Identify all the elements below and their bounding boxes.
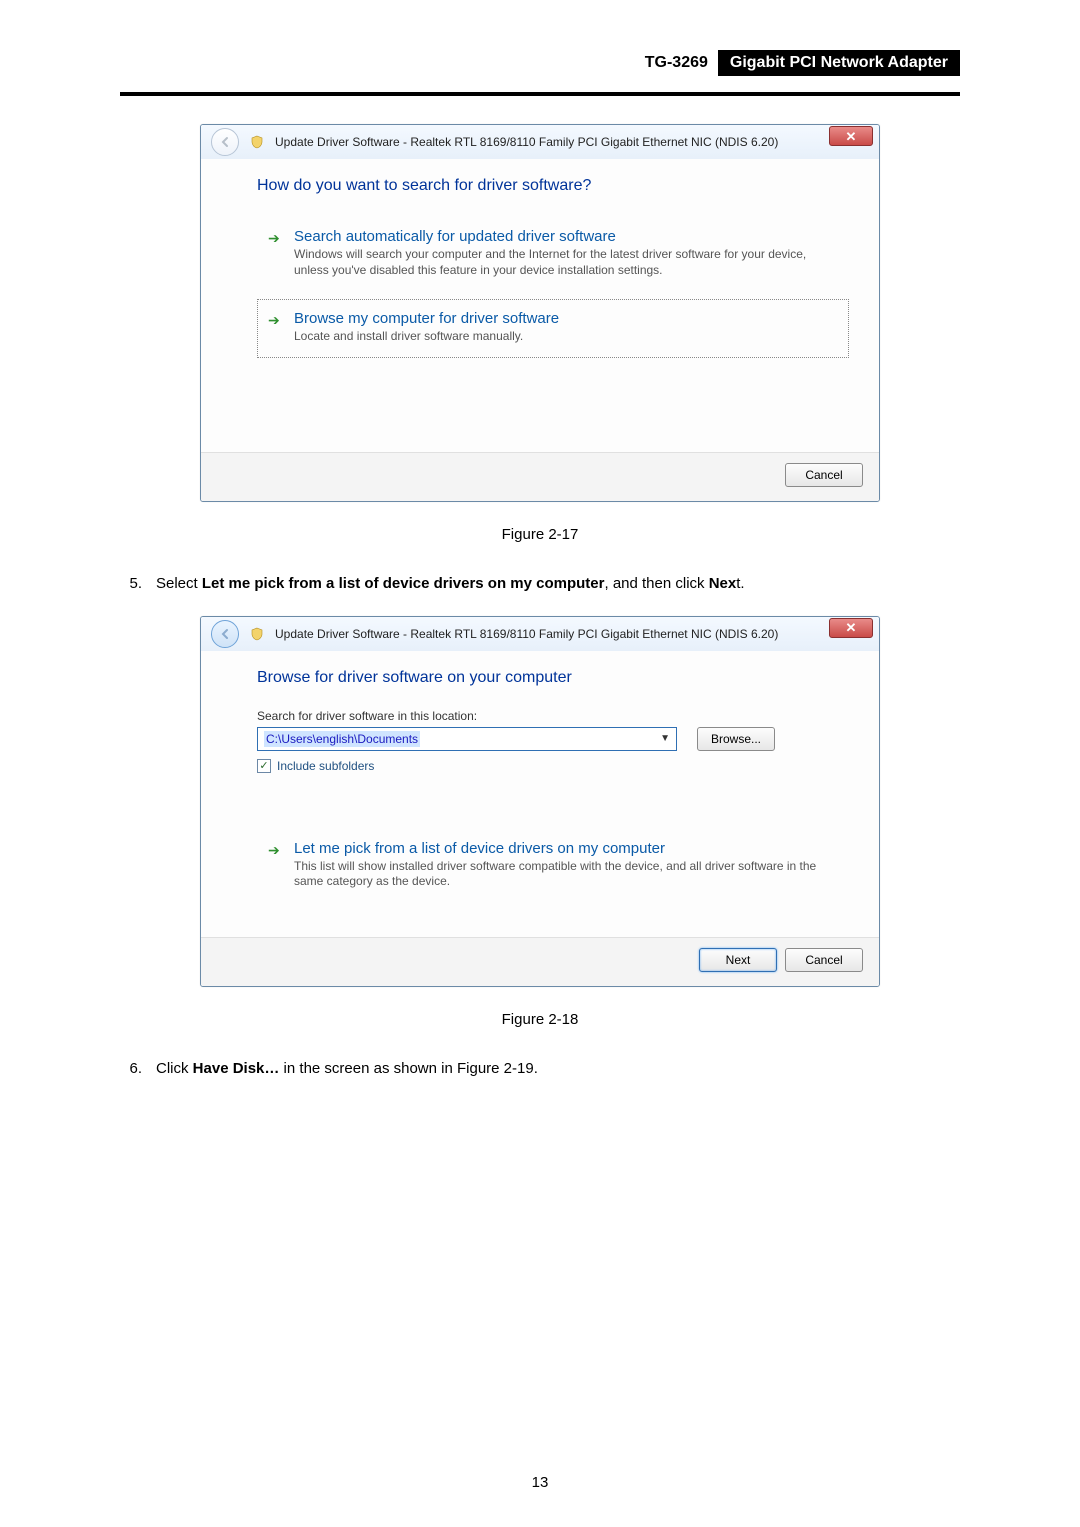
option-heading: Search automatically for updated driver … bbox=[294, 228, 832, 245]
close-button[interactable]: ✕ bbox=[829, 618, 873, 638]
chevron-down-icon: ▼ bbox=[660, 733, 670, 744]
next-button[interactable]: Next bbox=[699, 948, 777, 972]
dialog-footer: Cancel bbox=[201, 452, 879, 501]
cancel-button[interactable]: Cancel bbox=[785, 948, 863, 972]
figure-caption: Figure 2-18 bbox=[120, 1011, 960, 1028]
dialog-title: Update Driver Software - Realtek RTL 816… bbox=[275, 627, 819, 641]
dialog-title: Update Driver Software - Realtek RTL 816… bbox=[275, 135, 819, 149]
option-heading: Let me pick from a list of device driver… bbox=[294, 840, 832, 857]
page-number: 13 bbox=[0, 1474, 1080, 1491]
path-combobox[interactable]: C:\Users\english\Documents ▼ bbox=[257, 727, 677, 751]
step-5: 5. Select Let me pick from a list of dev… bbox=[120, 575, 960, 592]
shield-icon bbox=[249, 134, 265, 150]
step-number: 6. bbox=[120, 1060, 142, 1077]
option-let-me-pick[interactable]: ➔ Let me pick from a list of device driv… bbox=[257, 829, 849, 903]
close-x-icon: ✕ bbox=[846, 621, 857, 634]
model-number: TG-3269 bbox=[635, 50, 718, 76]
option-heading: Browse my computer for driver software bbox=[294, 310, 559, 327]
dialog-titlebar: Update Driver Software - Realtek RTL 816… bbox=[201, 125, 879, 159]
close-button[interactable]: ✕ bbox=[829, 126, 873, 146]
shield-icon bbox=[249, 626, 265, 642]
document-header: TG-3269 Gigabit PCI Network Adapter bbox=[120, 50, 960, 90]
include-subfolders-label: Include subfolders bbox=[277, 759, 374, 773]
back-button[interactable] bbox=[211, 128, 239, 156]
step-text: Click Have Disk… in the screen as shown … bbox=[156, 1060, 538, 1077]
back-button[interactable] bbox=[211, 620, 239, 648]
step-text: Select Let me pick from a list of device… bbox=[156, 575, 745, 592]
step-number: 5. bbox=[120, 575, 142, 592]
arrow-right-icon: ➔ bbox=[268, 228, 282, 278]
search-location-label: Search for driver software in this locat… bbox=[257, 709, 849, 723]
option-search-automatically[interactable]: ➔ Search automatically for updated drive… bbox=[257, 217, 849, 291]
option-browse-my-computer[interactable]: ➔ Browse my computer for driver software… bbox=[257, 299, 849, 358]
arrow-right-icon: ➔ bbox=[268, 310, 282, 345]
option-description: Locate and install driver software manua… bbox=[294, 329, 559, 345]
dialog-footer: Next Cancel bbox=[201, 937, 879, 986]
figure-caption: Figure 2-17 bbox=[120, 526, 960, 543]
option-description: Windows will search your computer and th… bbox=[294, 247, 832, 278]
browse-button[interactable]: Browse... bbox=[697, 727, 775, 751]
driver-dialog-browse: Update Driver Software - Realtek RTL 816… bbox=[200, 616, 880, 987]
option-description: This list will show installed driver sof… bbox=[294, 859, 832, 890]
dialog-prompt: Browse for driver software on your compu… bbox=[257, 669, 849, 687]
arrow-right-icon: ➔ bbox=[268, 840, 282, 890]
path-value: C:\Users\english\Documents bbox=[264, 731, 420, 747]
close-x-icon: ✕ bbox=[846, 130, 857, 143]
cancel-button[interactable]: Cancel bbox=[785, 463, 863, 487]
step-6: 6. Click Have Disk… in the screen as sho… bbox=[120, 1060, 960, 1077]
product-name: Gigabit PCI Network Adapter bbox=[718, 50, 960, 76]
header-rule bbox=[120, 92, 960, 96]
include-subfolders-checkbox[interactable]: ✓ bbox=[257, 759, 271, 773]
dialog-prompt: How do you want to search for driver sof… bbox=[257, 177, 849, 195]
driver-dialog-search: Update Driver Software - Realtek RTL 816… bbox=[200, 124, 880, 502]
dialog-titlebar: Update Driver Software - Realtek RTL 816… bbox=[201, 617, 879, 651]
